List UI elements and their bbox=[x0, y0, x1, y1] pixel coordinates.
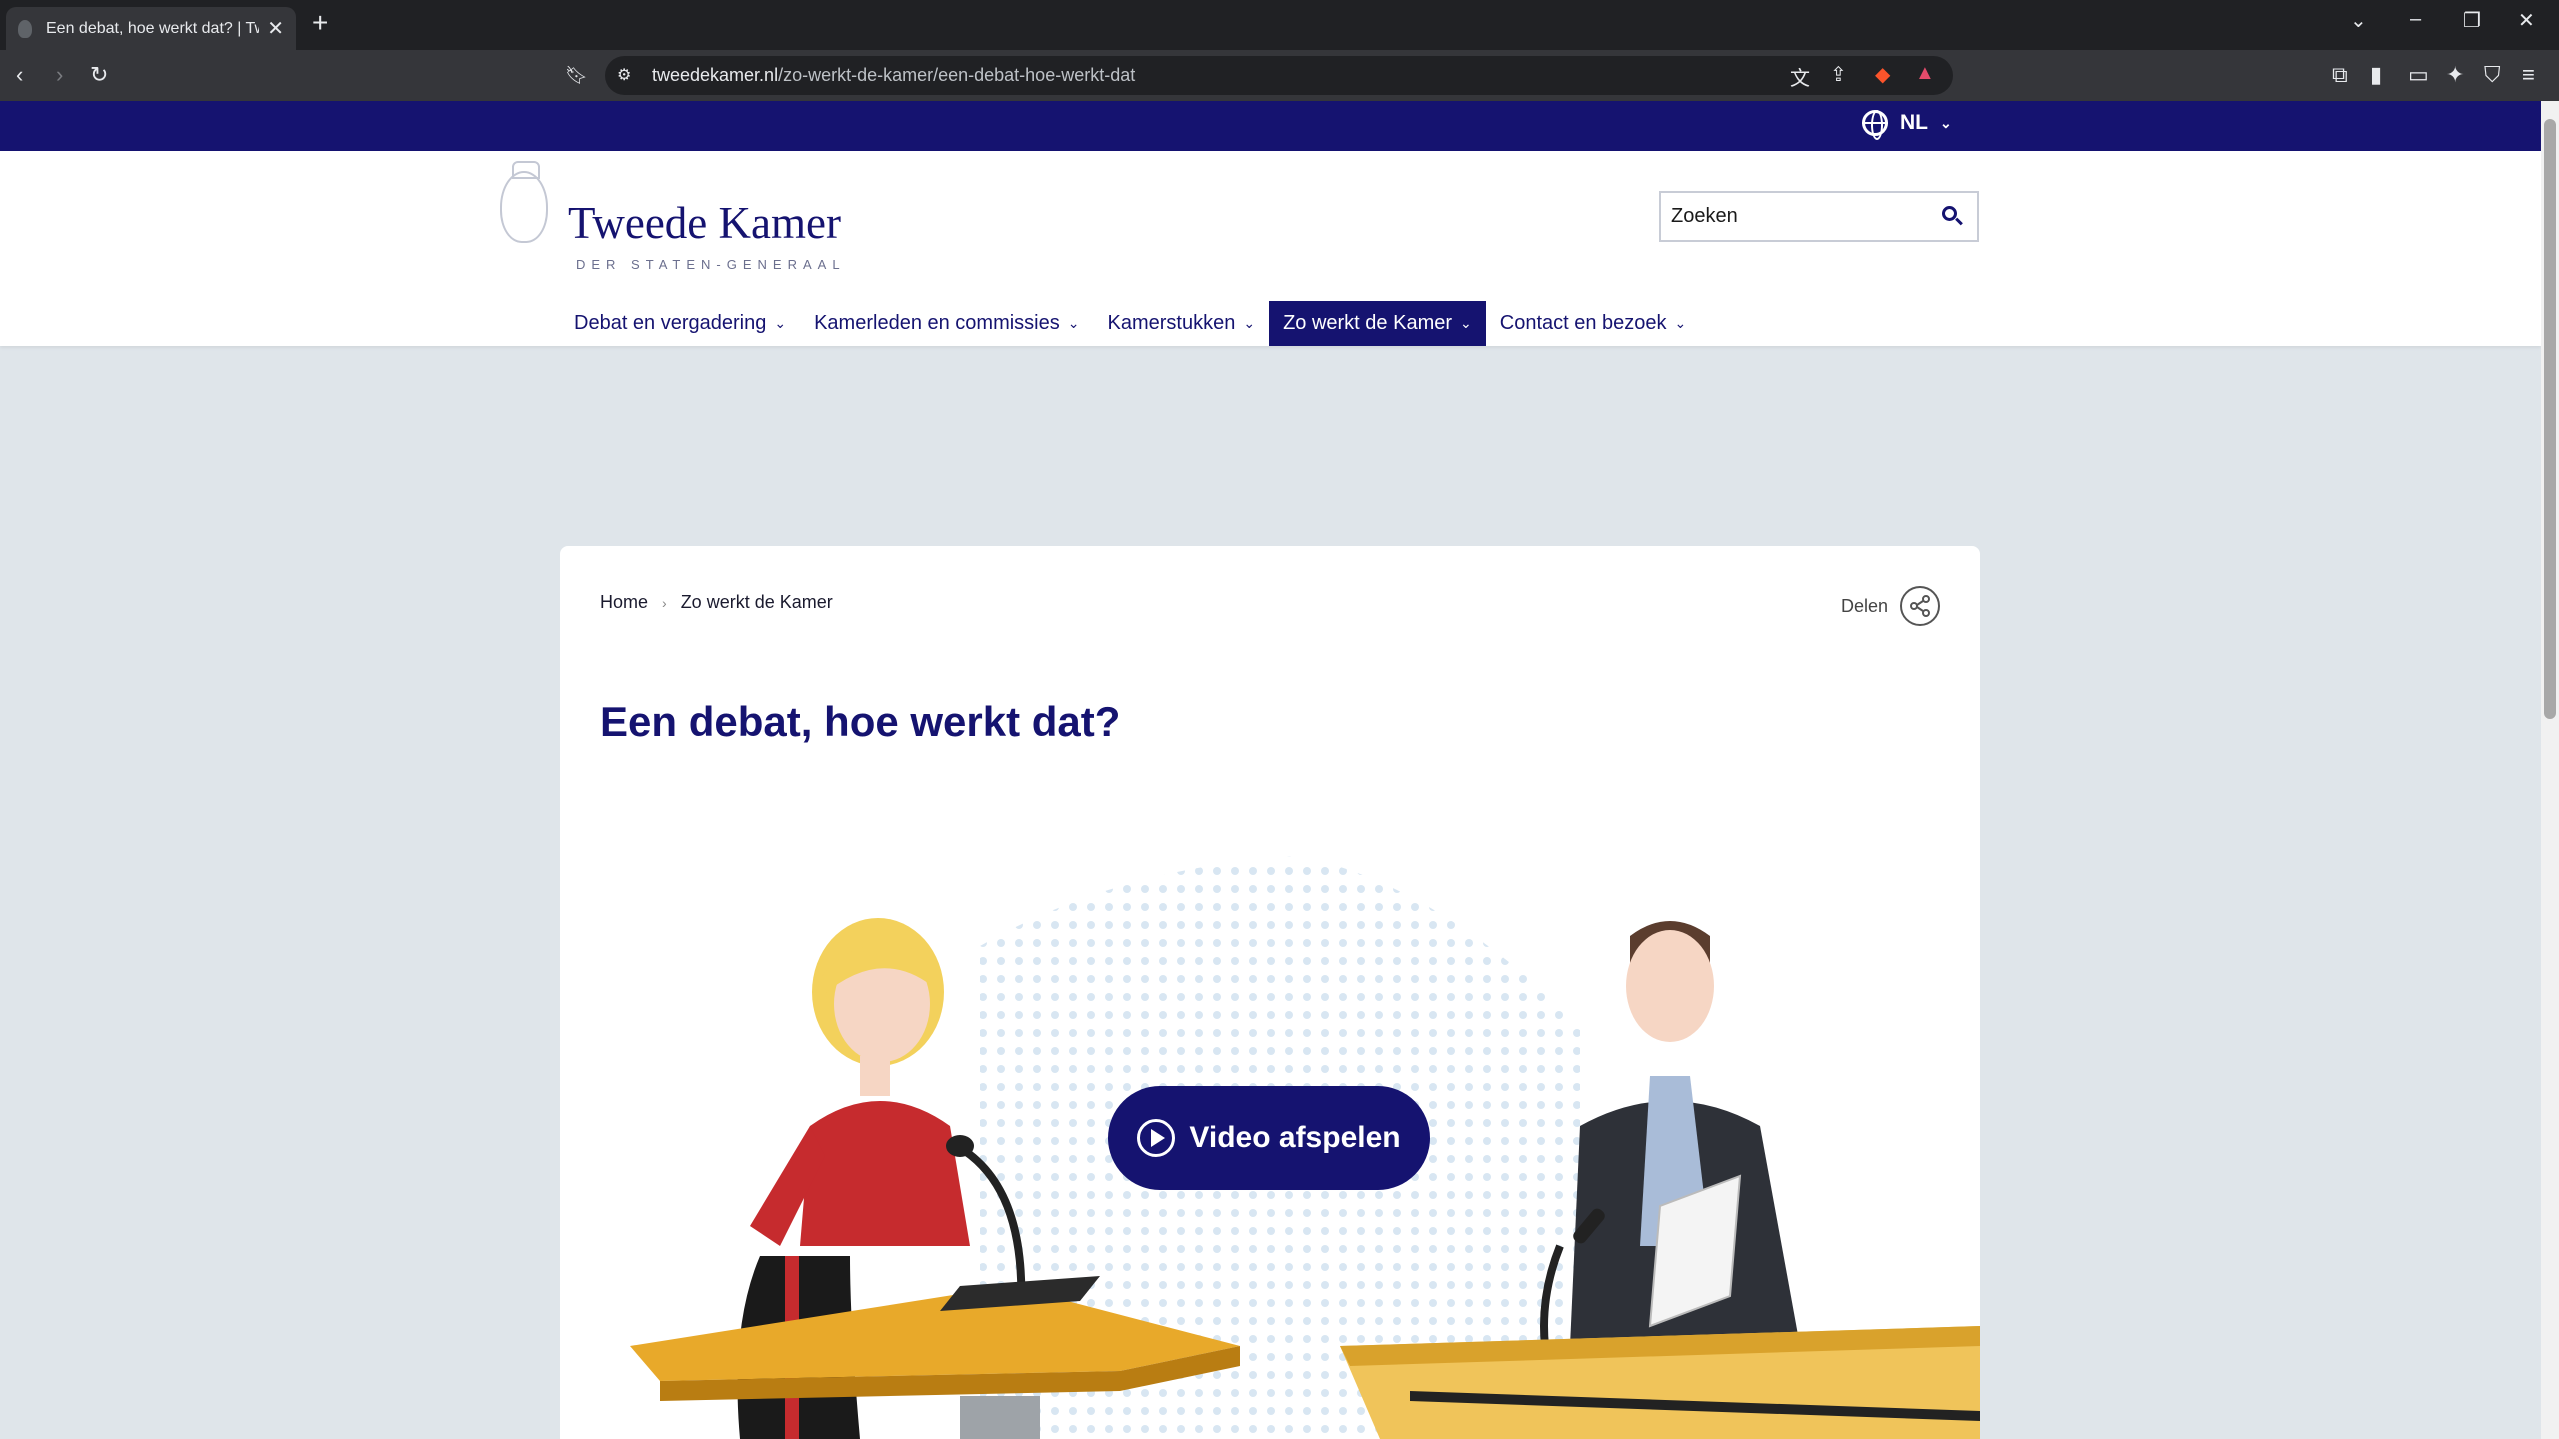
search-icon[interactable] bbox=[1942, 206, 1957, 221]
breadcrumb: Home › Zo werkt de Kamer bbox=[600, 592, 833, 613]
restore-button[interactable]: ❐ bbox=[2463, 8, 2481, 33]
logo-subtitle: DER STATEN-GENERAAL bbox=[576, 257, 846, 272]
search-box bbox=[1659, 191, 1979, 242]
nav-label: Contact en bezoek bbox=[1499, 312, 1667, 334]
url-path: /zo-werkt-de-kamer/een-debat-hoe-werkt-d… bbox=[778, 65, 1136, 85]
nav-item-contact[interactable]: Contact en bezoek ⌄ bbox=[1486, 301, 1701, 346]
translate-icon[interactable]: 文 bbox=[1790, 62, 1810, 91]
breadcrumb-home[interactable]: Home bbox=[600, 592, 648, 613]
extensions-icon[interactable]: ⧉ bbox=[2332, 62, 2348, 88]
scrollbar-thumb[interactable] bbox=[2544, 119, 2556, 719]
nav-label: Kamerleden en commissies bbox=[814, 312, 1060, 334]
vpn-icon[interactable]: ⛉ bbox=[2484, 62, 2501, 88]
page-scrollbar[interactable] bbox=[2541, 101, 2559, 1439]
brave-rewards-icon[interactable]: ▲ bbox=[1915, 62, 1935, 85]
minimize-button[interactable]: – bbox=[2410, 8, 2421, 31]
brave-shields-icon[interactable]: ◆ bbox=[1875, 62, 1890, 87]
chevron-down-icon: ⌄ bbox=[1674, 315, 1687, 331]
back-icon[interactable]: ‹ bbox=[16, 62, 23, 88]
chevron-down-icon: ⌄ bbox=[1243, 315, 1256, 331]
forward-icon[interactable]: › bbox=[56, 62, 63, 88]
reload-icon[interactable]: ↻ bbox=[90, 62, 108, 88]
nav-item-kamerleden[interactable]: Kamerleden en commissies ⌄ bbox=[800, 301, 1093, 346]
breadcrumb-current[interactable]: Zo werkt de Kamer bbox=[681, 592, 833, 613]
tab-title: Een debat, hoe werkt dat? | Tweede Kamer bbox=[46, 19, 259, 37]
share-label: Delen bbox=[1840, 595, 1888, 616]
browser-tab[interactable]: Een debat, hoe werkt dat? | Tweede Kamer… bbox=[6, 7, 296, 50]
logo-name: Tweede Kamer bbox=[568, 198, 841, 248]
leo-ai-icon[interactable]: ✦ bbox=[2446, 62, 2464, 88]
nav-label: Debat en vergadering bbox=[574, 312, 767, 334]
browser-tabstrip: Een debat, hoe werkt dat? | Tweede Kamer… bbox=[0, 0, 2559, 50]
nav-item-debat[interactable]: Debat en vergadering ⌄ bbox=[560, 301, 800, 346]
chevron-down-icon: ⌄ bbox=[1067, 315, 1080, 331]
browser-toolbar: ‹ › ↻ 🔖︎ ⚙ tweedekamer.nl/zo-werkt-de-ka… bbox=[0, 50, 2559, 101]
crest-icon bbox=[500, 161, 548, 243]
globe-icon bbox=[1862, 110, 1888, 140]
sidebar-icon[interactable]: ▮ bbox=[2370, 62, 2382, 88]
wallet-icon[interactable]: ▭ bbox=[2408, 62, 2429, 88]
close-window-button[interactable]: ✕ bbox=[2518, 8, 2535, 33]
play-icon bbox=[1137, 1119, 1176, 1157]
favicon-icon bbox=[18, 19, 32, 38]
language-label: NL bbox=[1900, 111, 1928, 134]
video-button-label: Video afspelen bbox=[1189, 1121, 1401, 1154]
share-icon bbox=[1900, 586, 1940, 626]
site-settings-icon[interactable]: ⚙ bbox=[617, 65, 631, 85]
chevron-down-icon: ⌄ bbox=[1460, 315, 1472, 331]
address-bar[interactable]: ⚙ tweedekamer.nl/zo-werkt-de-kamer/een-d… bbox=[605, 56, 1953, 95]
bookmark-icon[interactable]: 🔖︎ bbox=[565, 62, 588, 88]
nav-label: Zo werkt de Kamer bbox=[1283, 312, 1453, 334]
main-nav: Debat en vergadering ⌄ Kamerleden en comm… bbox=[560, 301, 1700, 346]
content-card: Home › Zo werkt de Kamer Delen Een debat… bbox=[560, 546, 1980, 1439]
chevron-down-icon: ⌄ bbox=[1940, 114, 1952, 131]
close-tab-icon[interactable]: ✕ bbox=[267, 16, 284, 41]
site-header: Tweede Kamer DER STATEN-GENERAAL Debat e… bbox=[0, 151, 2541, 346]
site-topbar: NL ⌄ bbox=[0, 101, 2541, 151]
tab-search-icon[interactable]: ⌄ bbox=[2350, 8, 2367, 33]
nav-item-kamerstukken[interactable]: Kamerstukken ⌄ bbox=[1093, 301, 1269, 346]
share-page-icon[interactable]: ⇪ bbox=[1830, 62, 1847, 87]
share-button[interactable]: Delen bbox=[1841, 586, 1940, 626]
search-input[interactable] bbox=[1661, 193, 1921, 240]
page-title: Een debat, hoe werkt dat? bbox=[600, 698, 1121, 745]
video-play-button[interactable]: Video afspelen bbox=[1108, 1086, 1430, 1190]
chevron-right-icon: › bbox=[662, 594, 667, 611]
url-domain: tweedekamer.nl bbox=[652, 65, 779, 85]
menu-icon[interactable]: ≡ bbox=[2522, 62, 2535, 88]
chevron-down-icon: ⌄ bbox=[774, 315, 787, 331]
new-tab-button[interactable]: + bbox=[312, 8, 328, 38]
language-selector[interactable]: NL ⌄ bbox=[1862, 110, 1952, 140]
nav-label: Kamerstukken bbox=[1107, 312, 1236, 334]
man-speaker-figure bbox=[1540, 921, 1800, 1347]
nav-item-zo-werkt[interactable]: Zo werkt de Kamer ⌄ bbox=[1269, 301, 1486, 346]
